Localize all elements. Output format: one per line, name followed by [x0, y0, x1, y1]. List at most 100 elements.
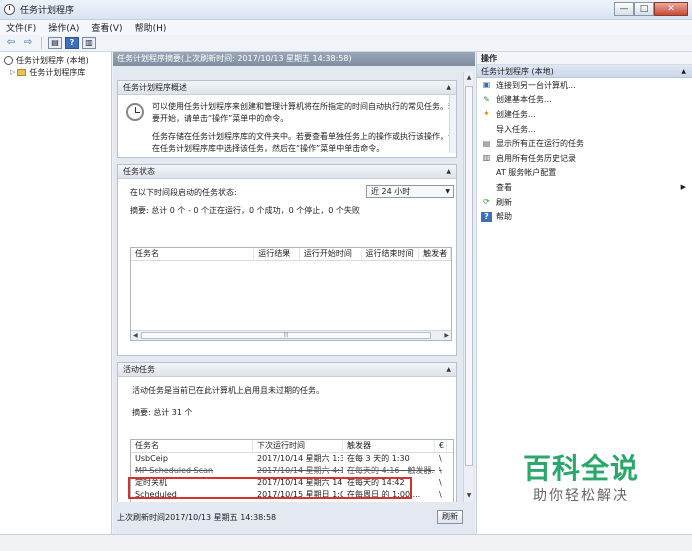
expand-arrow-icon[interactable]: ▷ — [10, 68, 15, 76]
create-task-icon: ✦ — [483, 109, 490, 119]
action-label: 创建任务... — [496, 109, 536, 119]
clock-icon — [126, 103, 144, 121]
overview-scrollbar[interactable] — [449, 95, 456, 153]
action-connect[interactable]: ▣ 连接到另一台计算机... — [477, 78, 692, 93]
cell-trigger: 在每天的 4:16 - 触发器... — [347, 466, 435, 475]
scroll-right-arrow-icon[interactable]: ▶ — [444, 331, 449, 341]
collapse-caret-icon[interactable]: ▲ — [681, 65, 686, 78]
back-arrow-icon[interactable]: ⇦ — [4, 37, 18, 49]
overview-section-header[interactable]: 任务计划程序概述 ▲ — [118, 81, 456, 95]
scroll-thumb[interactable] — [465, 86, 473, 466]
period-label: 在以下时间段启动的任务状态: — [130, 188, 237, 197]
menu-view[interactable]: 查看(V) — [85, 21, 128, 34]
clock-icon — [4, 55, 13, 65]
action-view[interactable]: 查看 ▶ — [477, 180, 692, 195]
action-at-service-config[interactable]: AT 服务帐户配置 — [477, 166, 692, 181]
scroll-left-arrow-icon[interactable]: ◀ — [133, 331, 138, 341]
history-icon: ▥ — [482, 153, 491, 163]
menu-bar: 文件(F) 操作(A) 查看(V) 帮助(H) — [0, 20, 692, 35]
table-row[interactable]: UsbCeip 2017/10/14 星期六 1:3... 在每 3 天的 1:… — [131, 453, 453, 465]
help-icon[interactable]: ? — [65, 37, 79, 49]
task-status-section-header[interactable]: 任务状态 ▲ — [118, 165, 456, 179]
close-button[interactable]: ✕ — [654, 2, 688, 16]
highlight-box — [128, 477, 412, 499]
action-show-running[interactable]: ▤ 显示所有正在运行的任务 — [477, 136, 692, 151]
grid-horizontal-scrollbar[interactable]: ◀ ||| ▶ — [131, 330, 451, 340]
scroll-thumb[interactable]: ||| — [141, 332, 431, 339]
action-label: 导入任务... — [496, 124, 536, 134]
cell-task-name: UsbCeip — [135, 454, 168, 463]
column-header-end-time[interactable]: 运行结束时间 — [362, 248, 420, 260]
scroll-down-arrow-icon[interactable]: ▼ — [464, 491, 474, 501]
watermark: 百科全说 助你轻松解决 — [502, 452, 660, 506]
collapse-caret-icon[interactable]: ▲ — [446, 363, 451, 376]
tree-item-local[interactable]: 任务计划程序 (本地) — [0, 54, 111, 66]
column-header-location[interactable]: € — [435, 440, 447, 452]
section-title: 活动任务 — [123, 365, 155, 374]
action-create-task[interactable]: ✦ 创建任务... — [477, 107, 692, 122]
column-header-task-name[interactable]: 任务名 — [131, 440, 253, 452]
period-dropdown[interactable]: 近 24 小时 ▼ — [366, 185, 454, 198]
create-basic-task-icon: ✎ — [483, 94, 490, 104]
toolbar: ⇦ ⇨ ▤ ? ▥ — [0, 35, 692, 52]
action-import-task[interactable]: 导入任务... — [477, 122, 692, 137]
minimize-button[interactable]: — — [614, 2, 634, 16]
collapse-caret-icon[interactable]: ▲ — [446, 165, 451, 178]
section-title: 任务计划程序概述 — [123, 83, 187, 92]
show-hide-action-pane-icon[interactable]: ▥ — [82, 37, 96, 49]
menu-file[interactable]: 文件(F) — [0, 21, 42, 34]
submenu-arrow-icon: ▶ — [680, 183, 686, 192]
overview-line-2: 要开始，请单击“操作”菜单中的命令。 — [152, 114, 289, 123]
column-header-next-run[interactable]: 下次运行时间 — [253, 440, 343, 452]
summary-pane: 任务计划程序摘要(上次刷新时间: 2017/10/13 星期五 14:38:58… — [113, 52, 475, 534]
menu-help[interactable]: 帮助(H) — [129, 21, 173, 34]
column-header-run-result[interactable]: 运行结果 — [254, 248, 300, 260]
refresh-icon: ⟳ — [483, 197, 490, 207]
task-status-section: 任务状态 ▲ 在以下时间段启动的任务状态: 近 24 小时 ▼ 摘要: 总计 0… — [117, 164, 457, 356]
column-header-task-name[interactable]: 任务名 — [131, 248, 255, 260]
refresh-button[interactable]: 刷新 — [437, 510, 463, 524]
action-refresh[interactable]: ⟳ 刷新 — [477, 195, 692, 210]
action-help[interactable]: ? 帮助 — [477, 209, 692, 224]
show-hide-console-tree-icon[interactable]: ▤ — [48, 37, 62, 49]
column-header-triggered-by[interactable]: 触发者 — [419, 248, 451, 260]
tree-item-library[interactable]: ▷ 任务计划程序库 — [0, 66, 111, 78]
action-label: 启用所有任务历史记录 — [496, 153, 576, 163]
scroll-up-arrow-icon[interactable]: ▲ — [464, 73, 474, 83]
action-label: 查看 — [496, 182, 512, 192]
cell-task-name: MP Scheduled Scan — [135, 466, 214, 475]
column-header-trigger[interactable]: 触发器 — [343, 440, 435, 452]
summary-vertical-scrollbar[interactable]: ▲ ▼ — [463, 72, 473, 502]
status-bar — [0, 534, 692, 551]
cell-location: \ — [439, 466, 442, 475]
cell-location: \ — [439, 478, 442, 487]
overview-line-1: 可以使用任务计划程序来创建和管理计算机将在所指定的时间自动执行的常见任务。若 — [152, 102, 456, 111]
window-title: 任务计划程序 — [20, 6, 75, 16]
action-create-basic-task[interactable]: ✎ 创建基本任务... — [477, 93, 692, 108]
active-tasks-summary: 摘要: 总计 31 个 — [132, 408, 193, 417]
cell-location: \ — [439, 454, 442, 463]
action-enable-history[interactable]: ▥ 启用所有任务历史记录 — [477, 151, 692, 166]
active-tasks-description: 活动任务是当前已在此计算机上启用且未过期的任务。 — [132, 386, 324, 395]
forward-arrow-icon[interactable]: ⇨ — [21, 37, 35, 49]
window-controls: — □ ✕ — [614, 2, 688, 16]
active-tasks-section-header[interactable]: 活动任务 ▲ — [118, 363, 456, 377]
overview-line-4: 在任务计划程序库中选择该任务，然后在“操作”菜单中单击命令。 — [152, 144, 385, 153]
running-tasks-icon: ▤ — [482, 138, 491, 148]
grid-header-row: 任务名 运行结果 运行开始时间 运行结束时间 触发者 — [131, 248, 451, 261]
title-bar: 任务计划程序 — □ ✕ — [0, 0, 692, 20]
summary-body: 任务计划程序概述 ▲ 可以使用任务计划程序来创建和管理计算机将在所指定的时间自动… — [117, 72, 457, 502]
column-header-start-time[interactable]: 运行开始时间 — [300, 248, 362, 260]
action-label: 创建基本任务... — [496, 95, 552, 105]
grid-header-row: 任务名 下次运行时间 触发器 € — [131, 440, 453, 453]
actions-subheader[interactable]: 任务计划程序 (本地) ▲ — [477, 65, 692, 78]
section-title: 任务状态 — [123, 167, 155, 176]
blank-icon — [481, 124, 492, 134]
maximize-button[interactable]: □ — [634, 2, 654, 16]
blank-icon — [481, 168, 492, 178]
cell-trigger: 在每 3 天的 1:30 — [347, 454, 410, 463]
collapse-caret-icon[interactable]: ▲ — [446, 81, 451, 94]
menu-action[interactable]: 操作(A) — [42, 21, 85, 34]
table-row[interactable]: MP Scheduled Scan 2017/10/14 星期六 4:1... … — [131, 465, 453, 477]
status-summary: 摘要: 总计 0 个 - 0 个正在运行，0 个成功，0 个停止，0 个失败 — [130, 206, 360, 215]
